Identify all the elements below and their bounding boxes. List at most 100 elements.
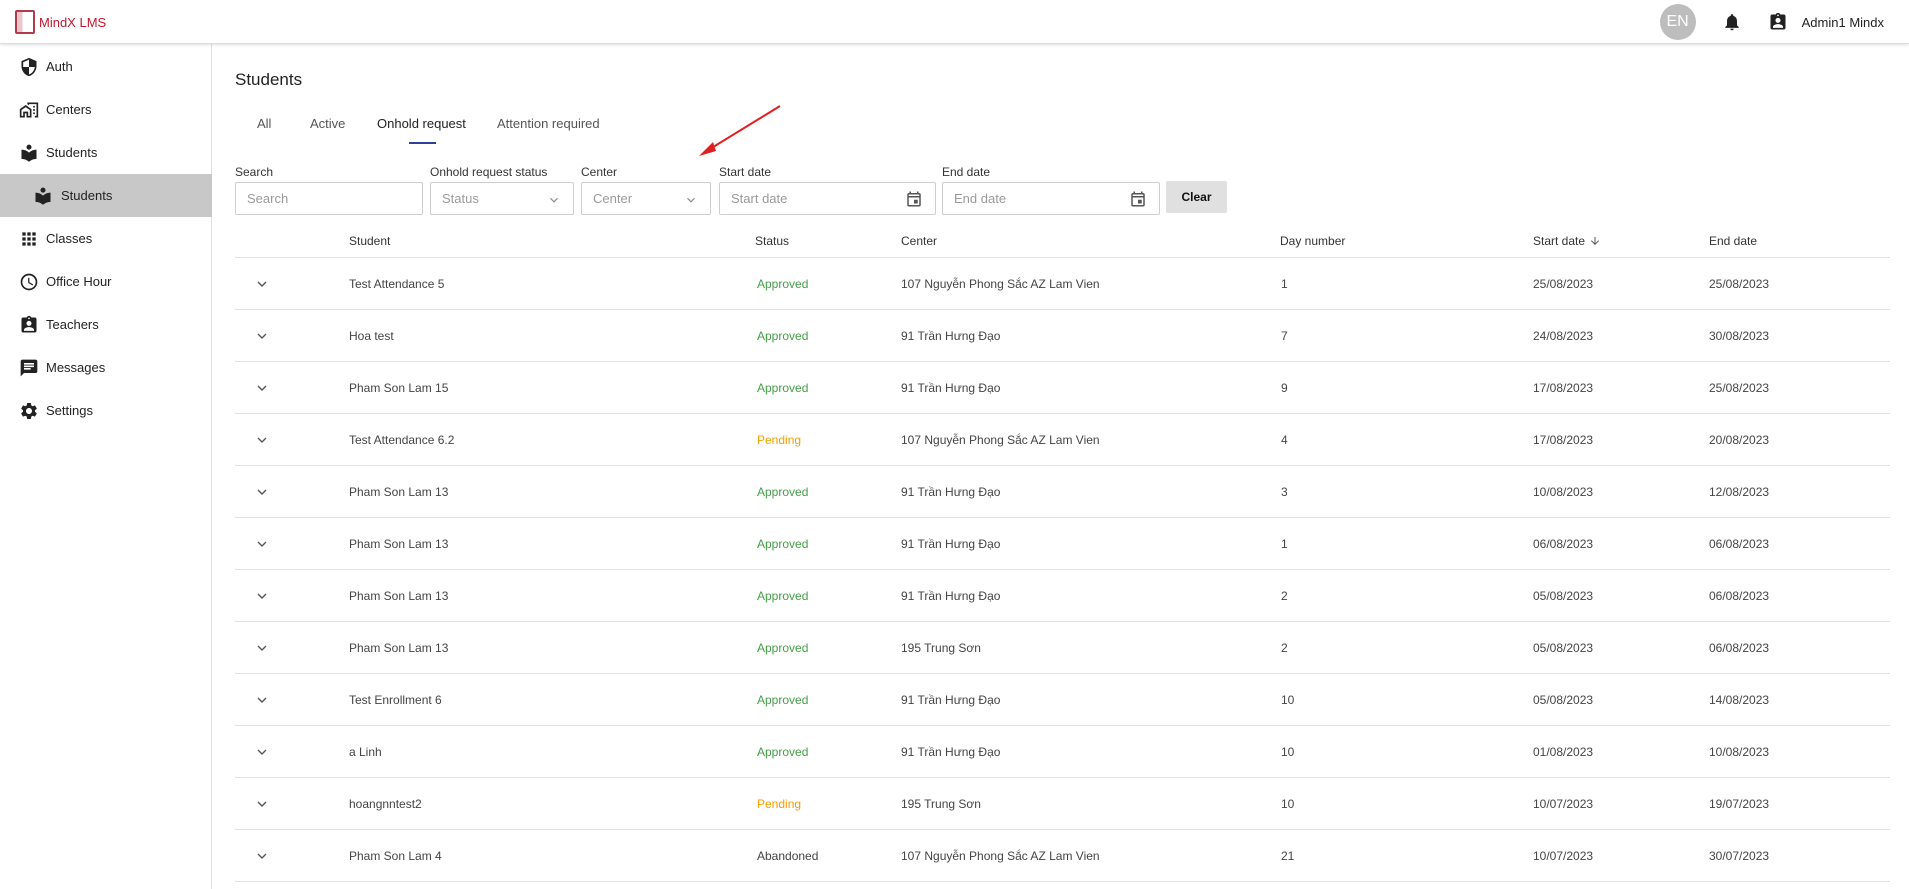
status-cell: Pending (757, 433, 802, 447)
start-date-cell: 17/08/2023 (1533, 381, 1594, 395)
column-header-day-number[interactable]: Day number (1280, 234, 1345, 248)
chevron-down-icon[interactable] (254, 536, 270, 552)
day-number-cell: 7 (1281, 329, 1288, 343)
arrow-down-icon[interactable] (1589, 235, 1601, 247)
table-row[interactable]: hoangnntest2 Pending 195 Trung Sơn 10 10/07/… (235, 778, 1890, 830)
chevron-down-icon[interactable] (254, 588, 270, 604)
chevron-down-icon[interactable] (254, 380, 270, 396)
sidebar-item-messages[interactable]: Messages (0, 346, 212, 389)
sidebar-item-students[interactable]: Students (0, 131, 212, 174)
sidebar-item-label: Students (61, 188, 113, 203)
column-header-status[interactable]: Status (755, 234, 789, 248)
tab-attention-required[interactable]: Attention required (497, 116, 600, 131)
student-name-cell: hoangnntest2 (349, 797, 422, 811)
table-row[interactable]: a Linh Approved 91 Trần Hưng Đạo 10 01/08/20… (235, 726, 1890, 778)
center-cell: 91 Trần Hưng Đạo (901, 381, 1001, 395)
user-name[interactable]: Admin1 Mindx (1802, 15, 1884, 30)
status-cell: Approved (757, 277, 809, 291)
table-row[interactable]: Pham Son Lam 13 Approved 195 Trung Sơn 2 05/… (235, 622, 1890, 674)
start-date-cell: 01/08/2023 (1533, 745, 1594, 759)
end-date-picker[interactable]: End date (942, 182, 1160, 215)
calendar-icon[interactable] (1129, 190, 1147, 208)
sidebar-item-teachers[interactable]: Teachers (0, 303, 212, 346)
sidebar-item-label: Auth (46, 59, 73, 74)
sidebar-item-classes[interactable]: Classes (0, 217, 212, 260)
tab-onhold-request[interactable]: Onhold request (377, 116, 466, 131)
tab-all[interactable]: All (257, 116, 271, 131)
gear-icon (21, 402, 37, 419)
clear-filters-button[interactable]: Clear (1166, 181, 1227, 213)
sidebar-item-label: Classes (46, 231, 93, 246)
chevron-down-icon[interactable] (254, 692, 270, 708)
column-header-student[interactable]: Student (349, 234, 390, 248)
grid-icon (22, 231, 36, 246)
start-date-cell: 25/08/2023 (1533, 277, 1594, 291)
day-number-cell: 10 (1281, 797, 1295, 811)
start-date-cell: 17/08/2023 (1533, 433, 1594, 447)
end-date-cell: 14/08/2023 (1709, 693, 1770, 707)
sidebar-subitem-students[interactable]: Students (0, 174, 212, 217)
sidebar-item-settings[interactable]: Settings (0, 389, 212, 432)
table-row[interactable]: Test Attendance 6.2 Pending 107 Nguyễn Pho… (235, 414, 1890, 466)
table-row[interactable]: Pham Son Lam 13 Approved 91 Trần Hưng Đạo 1… (235, 518, 1890, 570)
calendar-icon[interactable] (905, 190, 923, 208)
language-button[interactable]: EN (1659, 4, 1696, 40)
center-select[interactable]: Center (581, 182, 711, 215)
sidebar: Auth Centers Students Students Classes O… (0, 44, 212, 889)
chevron-down-icon[interactable] (254, 796, 270, 812)
status-cell: Approved (757, 589, 809, 603)
app-name: MindX LMS (39, 14, 107, 30)
chevron-down-icon[interactable] (254, 744, 270, 760)
table-row[interactable]: Pham Son Lam 15 Approved 91 Trần Hưng Đạo 9… (235, 362, 1890, 414)
end-date-cell: 25/08/2023 (1709, 277, 1770, 291)
table-row[interactable]: Test Enrollment 6 Approved 91 Trần Hưng Đạ… (235, 674, 1890, 726)
sidebar-item-label: Centers (46, 102, 92, 117)
bell-icon[interactable] (1722, 12, 1742, 32)
center-cell: 195 Trung Sơn (901, 641, 981, 655)
end-date-cell: 06/08/2023 (1709, 537, 1770, 551)
chevron-down-icon (687, 197, 695, 203)
start-date-cell: 05/08/2023 (1533, 641, 1594, 655)
chevron-down-icon[interactable] (254, 276, 270, 292)
status-cell: Approved (757, 693, 809, 707)
table-row[interactable]: Pham Son Lam 4 Abandoned 107 Nguyễn Phong … (235, 830, 1890, 882)
chevron-down-icon[interactable] (254, 328, 270, 344)
table-row[interactable]: Pham Son Lam 13 Approved 91 Trần Hưng Đạo 2… (235, 570, 1890, 622)
center-cell: 91 Trần Hưng Đạo (901, 693, 1001, 707)
search-input[interactable]: Search (235, 182, 423, 215)
start-date-picker[interactable]: Start date (719, 182, 936, 215)
end-date-cell: 06/08/2023 (1709, 641, 1770, 655)
end-date-cell: 25/08/2023 (1709, 381, 1770, 395)
status-cell: Approved (757, 745, 809, 759)
chevron-down-icon[interactable] (254, 640, 270, 656)
tab-active[interactable]: Active (310, 116, 345, 131)
account-badge-icon[interactable] (1768, 12, 1788, 32)
status-cell: Approved (757, 537, 809, 551)
column-header-center[interactable]: Center (901, 234, 937, 248)
status-cell: Approved (757, 329, 809, 343)
app-logo[interactable]: MindX LMS (15, 10, 106, 34)
start-date-cell: 05/08/2023 (1533, 589, 1594, 603)
student-name-cell: Pham Son Lam 4 (349, 849, 442, 863)
center-cell: 91 Trần Hưng Đạo (901, 537, 1001, 551)
center-cell: 107 Nguyễn Phong Sắc AZ Lam Vien (901, 433, 1100, 447)
sidebar-item-office-hour[interactable]: Office Hour (0, 260, 212, 303)
table-row[interactable]: Test Attendance 5 Approved 107 Nguyễn Phon… (235, 258, 1890, 310)
column-header-start-date[interactable]: Start date (1533, 234, 1601, 248)
end-date-cell: 30/08/2023 (1709, 329, 1770, 343)
end-date-cell: 30/07/2023 (1709, 849, 1770, 863)
chevron-down-icon[interactable] (254, 432, 270, 448)
column-header-end-date[interactable]: End date (1709, 234, 1757, 248)
student-icon (35, 187, 51, 205)
chevron-down-icon[interactable] (254, 484, 270, 500)
table-row[interactable]: Hoa test Approved 91 Trần Hưng Đạo 7 24/08/2… (235, 310, 1890, 362)
chevron-down-icon[interactable] (254, 848, 270, 864)
day-number-cell: 10 (1281, 745, 1295, 759)
sidebar-item-centers[interactable]: Centers (0, 88, 212, 131)
table-row[interactable]: Pham Son Lam 13 Approved 91 Trần Hưng Đạo 3… (235, 466, 1890, 518)
message-icon (20, 359, 38, 376)
status-select[interactable]: Status (430, 182, 574, 215)
sidebar-item-auth[interactable]: Auth (0, 45, 212, 88)
center-cell: 91 Trần Hưng Đạo (901, 329, 1001, 343)
start-date-cell: 05/08/2023 (1533, 693, 1594, 707)
